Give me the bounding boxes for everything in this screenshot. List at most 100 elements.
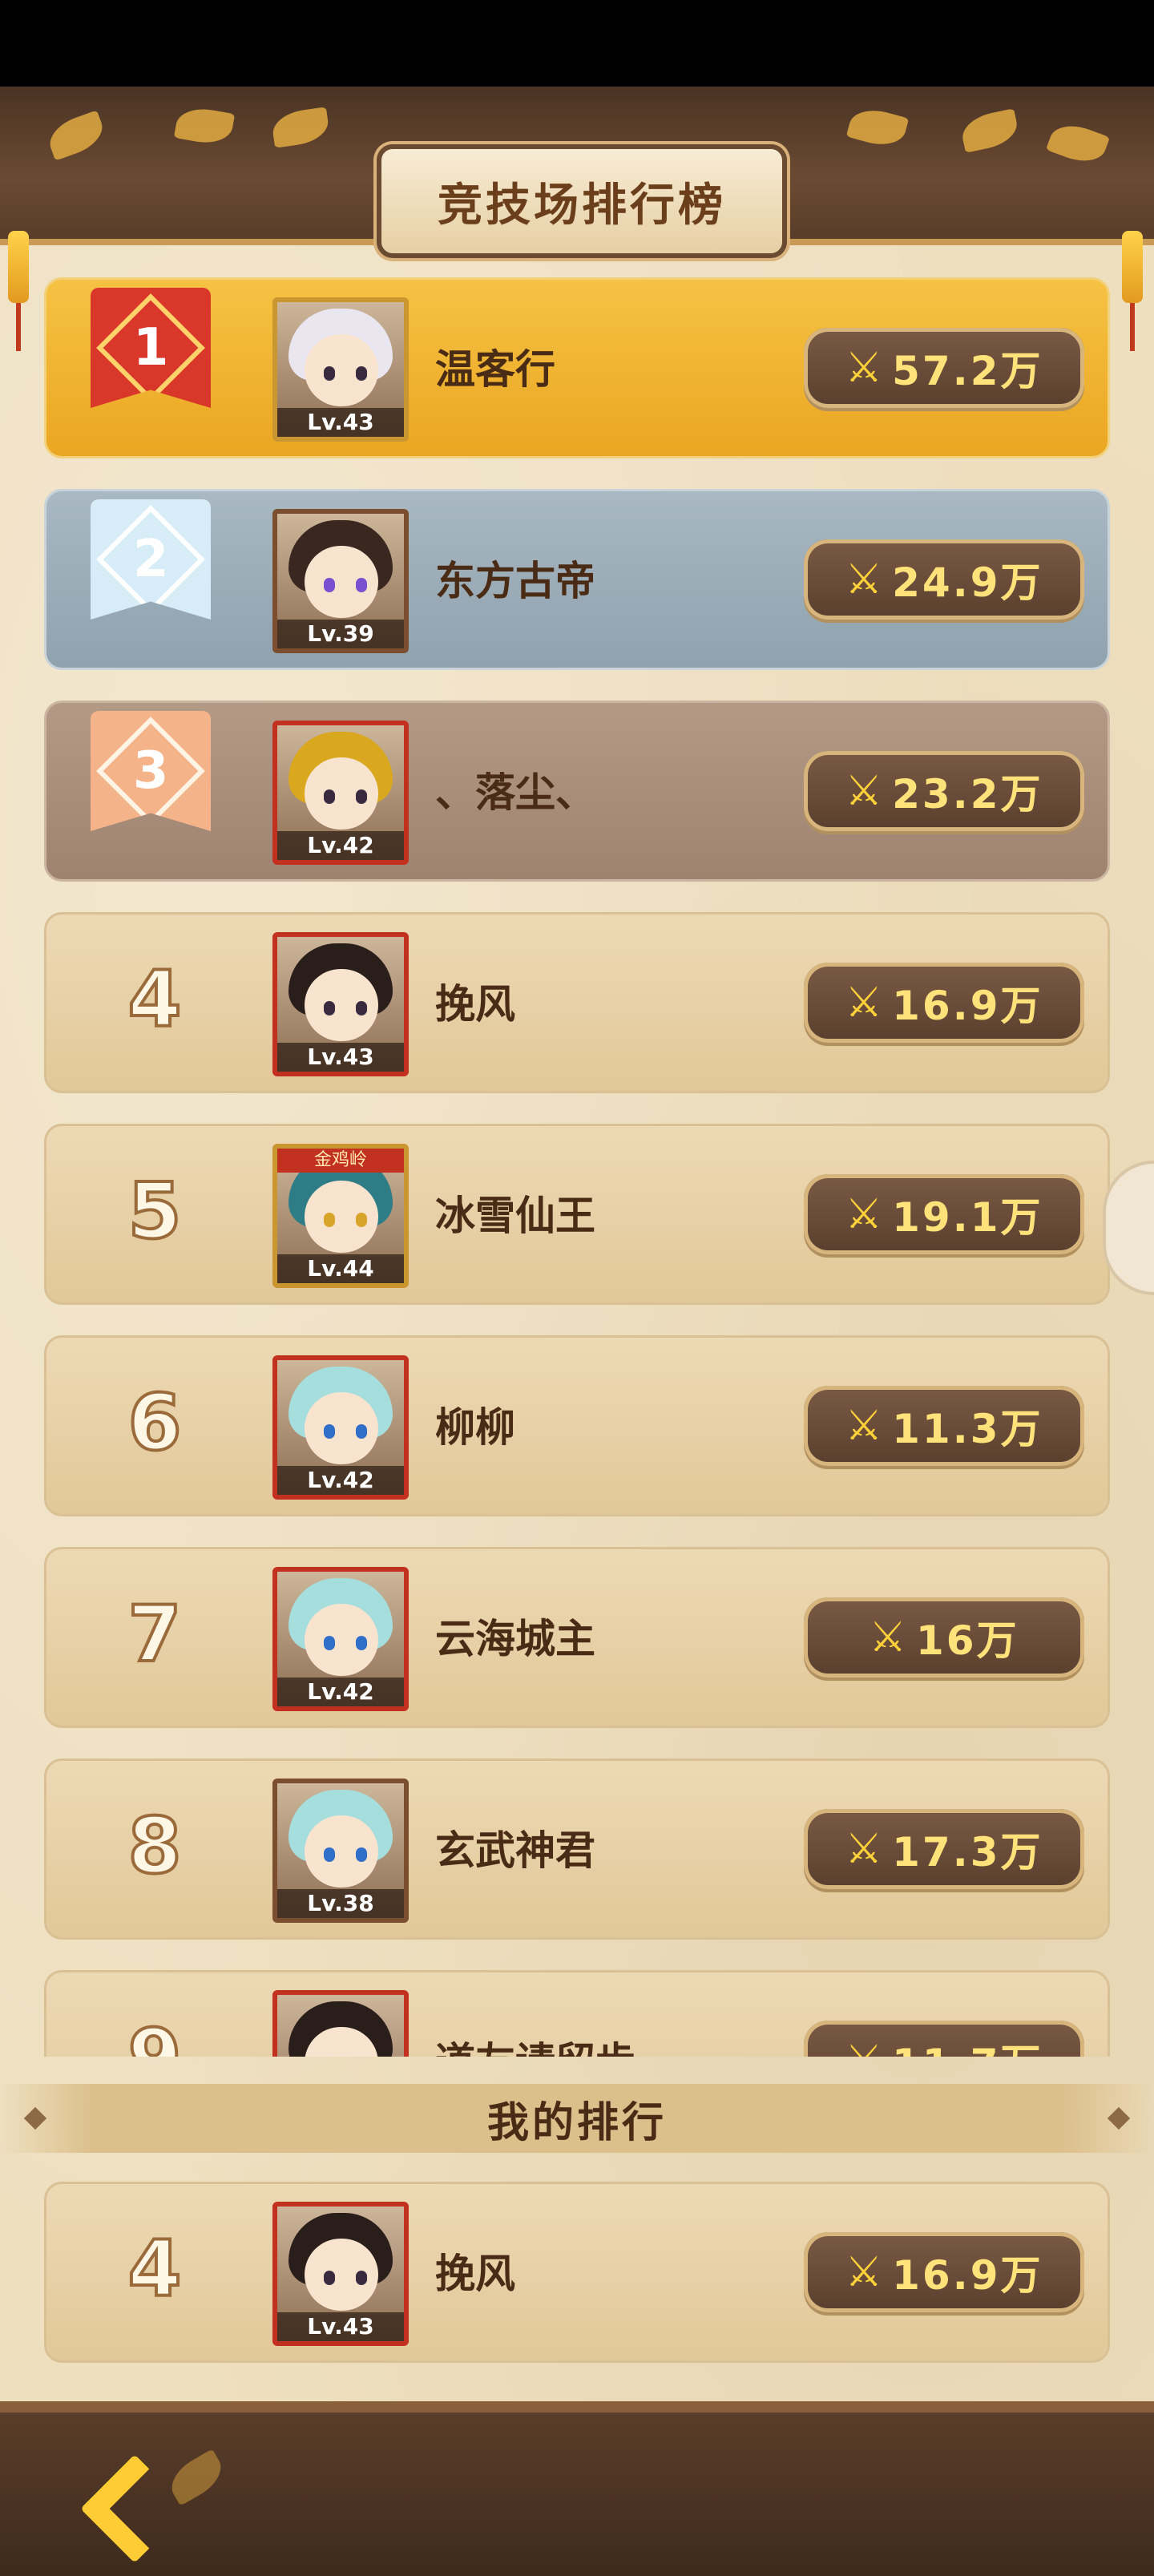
power-value: 17.3万 (892, 1829, 1043, 1875)
page-title: 竞技场排行榜 (438, 179, 726, 232)
level-label: Lv.44 (277, 1254, 404, 1283)
player-name: 、落尘、 (435, 769, 595, 816)
crossed-swords-icon: ⚔ (845, 979, 883, 1027)
rank-number: 4 (127, 2223, 184, 2316)
lantern-decoration (1122, 231, 1143, 351)
crossed-swords-icon: ⚔ (845, 344, 883, 392)
avatar[interactable]: Lv.43 (272, 297, 409, 442)
player-name: 云海城主 (435, 1616, 595, 1662)
arena-leaderboard-screen: 竞技场排行榜 1 Lv.43 温客行 ⚔ 57.2万 2 Lv.39 东方古帝 … (0, 87, 1154, 2576)
rank-number: 4 (127, 953, 184, 1046)
avatar[interactable]: Lv.39 (272, 509, 409, 653)
crossed-swords-icon: ⚔ (845, 555, 883, 604)
power-badge: ⚔ 24.9万 (804, 539, 1084, 620)
rank-badge-gold: 1 (87, 288, 215, 440)
power-value: 19.1万 (892, 1194, 1043, 1241)
level-label: Lv.43 (277, 408, 404, 437)
player-name: 道友请留步 (435, 2030, 636, 2057)
status-bar (0, 0, 1154, 87)
rank-number: 7 (127, 1588, 184, 1681)
avatar[interactable]: Lv.42 (272, 1567, 409, 1711)
my-rank-label: 我的排行 (486, 2098, 667, 2147)
player-name: 冰雪仙王 (435, 1193, 595, 1239)
diamond-ornament-icon (23, 2106, 47, 2130)
leaderboard-row[interactable]: 3 Lv.42 、落尘、 ⚔ 23.2万 (44, 701, 1110, 882)
leaderboard-row[interactable]: 5 金鸡岭 Lv.44 冰雪仙王 ⚔ 19.1万 (44, 1124, 1110, 1305)
player-name: 温客行 (435, 346, 555, 393)
leaderboard-row[interactable]: 7 Lv.42 云海城主 ⚔ 16万 (44, 1547, 1110, 1728)
power-badge: ⚔ 16.9万 (804, 2232, 1084, 2312)
level-label: Lv.42 (277, 1678, 404, 1706)
level-label: Lv.39 (277, 620, 404, 648)
level-label: Lv.43 (277, 2312, 404, 2341)
level-label: Lv.42 (277, 831, 404, 860)
crossed-swords-icon: ⚔ (845, 2040, 883, 2057)
title-plate: 竞技场排行榜 (377, 144, 787, 258)
leaderboard-row[interactable]: 2 Lv.39 东方古帝 ⚔ 24.9万 (44, 489, 1110, 670)
avatar[interactable]: Lv.42 (272, 1355, 409, 1500)
leaderboard-list[interactable]: 1 Lv.43 温客行 ⚔ 57.2万 2 Lv.39 东方古帝 ⚔ 24.9万… (44, 277, 1110, 2057)
footer (0, 2401, 1154, 2576)
level-label: Lv.38 (277, 1889, 404, 1918)
crossed-swords-icon: ⚔ (845, 767, 883, 815)
leaderboard-row[interactable]: 9 道友请留步 ⚔ 11.7万 (44, 1970, 1110, 2057)
power-value: 23.2万 (892, 771, 1043, 818)
ginkgo-leaf-decoration (845, 103, 910, 151)
power-badge: ⚔ 17.3万 (804, 1809, 1084, 1889)
power-value: 57.2万 (892, 348, 1043, 394)
player-name: 挽风 (435, 2251, 515, 2297)
avatar[interactable]: Lv.38 (272, 1779, 409, 1923)
leaderboard-row[interactable]: 6 Lv.42 柳柳 ⚔ 11.3万 (44, 1335, 1110, 1516)
rank-badge-bronze: 3 (87, 711, 215, 863)
power-badge: ⚔ 16.9万 (804, 963, 1084, 1043)
rank-badge-silver: 2 (87, 499, 215, 652)
ginkgo-leaf-decoration (43, 110, 109, 161)
crossed-swords-icon: ⚔ (845, 2248, 883, 2296)
crossed-swords-icon: ⚔ (869, 1613, 907, 1661)
rank-number: 5 (127, 1165, 184, 1258)
side-drawer-handle[interactable] (1103, 1161, 1154, 1295)
player-name: 东方古帝 (435, 558, 595, 604)
title-badge: 金鸡岭 (277, 1149, 404, 1173)
player-name: 挽风 (435, 981, 515, 1028)
my-rank-row[interactable]: 4 Lv.43 挽风 ⚔ 16.9万 (44, 2182, 1110, 2363)
power-value: 11.3万 (892, 1406, 1043, 1452)
my-rank-header: 我的排行 (0, 2084, 1154, 2153)
back-arrow-icon (80, 2454, 189, 2563)
rank-number: 9 (111, 2011, 199, 2057)
rank-number: 6 (127, 1376, 184, 1469)
crossed-swords-icon: ⚔ (845, 1825, 883, 1873)
leaderboard-row[interactable]: 4 Lv.43 挽风 ⚔ 16.9万 (44, 912, 1110, 1093)
back-button[interactable] (64, 2454, 189, 2563)
power-value: 11.7万 (892, 2032, 1043, 2057)
leaderboard-row[interactable]: 8 Lv.38 玄武神君 ⚔ 17.3万 (44, 1758, 1110, 1940)
power-badge: ⚔ 11.3万 (804, 1386, 1084, 1466)
ginkgo-leaf-decoration (270, 107, 331, 148)
level-label: Lv.42 (277, 1466, 404, 1495)
avatar[interactable]: 金鸡岭 Lv.44 (272, 1144, 409, 1288)
power-value: 16.9万 (892, 983, 1043, 1029)
crossed-swords-icon: ⚔ (845, 1190, 883, 1238)
power-badge: ⚔ 23.2万 (804, 751, 1084, 831)
power-badge: ⚔ 19.1万 (804, 1174, 1084, 1254)
avatar[interactable]: Lv.42 (272, 721, 409, 865)
power-value: 24.9万 (892, 559, 1043, 606)
power-badge: ⚔ 11.7万 (804, 2021, 1084, 2057)
avatar[interactable] (272, 1990, 409, 2057)
lantern-decoration (8, 231, 29, 351)
level-label: Lv.43 (277, 1043, 404, 1072)
player-name: 柳柳 (435, 1404, 515, 1451)
leaderboard-row[interactable]: 1 Lv.43 温客行 ⚔ 57.2万 (44, 277, 1110, 458)
avatar[interactable]: Lv.43 (272, 2202, 409, 2346)
diamond-ornament-icon (1107, 2106, 1131, 2130)
crossed-swords-icon: ⚔ (845, 1402, 883, 1450)
power-value: 16.9万 (892, 2252, 1043, 2299)
player-name: 玄武神君 (435, 1827, 595, 1874)
rank-number: 8 (127, 1799, 184, 1892)
power-badge: ⚔ 16万 (804, 1597, 1084, 1678)
ginkgo-leaf-decoration (1045, 118, 1111, 169)
ginkgo-leaf-decoration (173, 104, 236, 147)
power-value: 16万 (916, 1617, 1019, 1664)
avatar[interactable]: Lv.43 (272, 932, 409, 1076)
power-badge: ⚔ 57.2万 (804, 328, 1084, 408)
